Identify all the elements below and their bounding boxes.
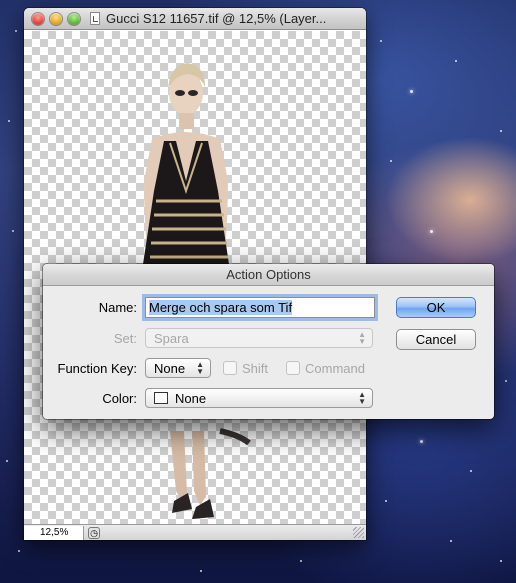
ok-button[interactable]: OK <box>396 297 476 318</box>
name-label: Name: <box>98 300 137 315</box>
close-button[interactable] <box>32 12 44 25</box>
color-popup[interactable]: None ▲ ▼ <box>145 388 373 408</box>
name-field-value: Merge och spara som Tif <box>149 300 293 315</box>
function-key-value: None <box>154 360 186 376</box>
shift-checkbox[interactable] <box>223 361 237 375</box>
set-popup[interactable]: Spara ▲ ▼ <box>145 328 373 348</box>
name-field[interactable]: Merge och spara som Tif <box>145 297 375 318</box>
command-label: Command <box>305 360 365 376</box>
set-label: Set: <box>113 330 137 346</box>
updown-arrows-icon: ▲ ▼ <box>358 390 366 406</box>
updown-arrows-icon: ▲ ▼ <box>196 360 204 376</box>
window-title: Gucci S12 11657.tif @ 12,5% (Layer... <box>106 11 327 26</box>
set-popup-value: Spara <box>154 330 189 346</box>
zoom-level-field[interactable]: 12,5% <box>24 525 84 540</box>
function-key-label: Function Key: <box>57 360 138 376</box>
color-label: Color: <box>102 390 137 406</box>
color-swatch <box>154 392 168 404</box>
updown-arrows-icon: ▲ ▼ <box>358 330 366 346</box>
action-options-dialog: Action Options Name: Merge och spara som… <box>43 264 494 419</box>
color-popup-value: None <box>175 390 207 406</box>
status-menu-icon[interactable]: ◷ <box>88 526 100 539</box>
cancel-button[interactable]: Cancel <box>396 329 476 350</box>
shift-label: Shift <box>242 360 269 376</box>
resize-grip-icon[interactable] <box>353 527 364 538</box>
command-checkbox[interactable] <box>286 361 301 375</box>
document-titlebar[interactable]: Gucci S12 11657.tif @ 12,5% (Layer... <box>24 8 366 30</box>
document-proxy-icon[interactable] <box>90 12 100 25</box>
minimize-button[interactable] <box>50 12 62 25</box>
function-key-popup[interactable]: None ▲ ▼ <box>145 358 211 378</box>
zoom-button[interactable] <box>68 12 80 25</box>
status-bar: 12,5% ◷ <box>24 524 366 540</box>
dialog-title: Action Options <box>43 264 494 286</box>
